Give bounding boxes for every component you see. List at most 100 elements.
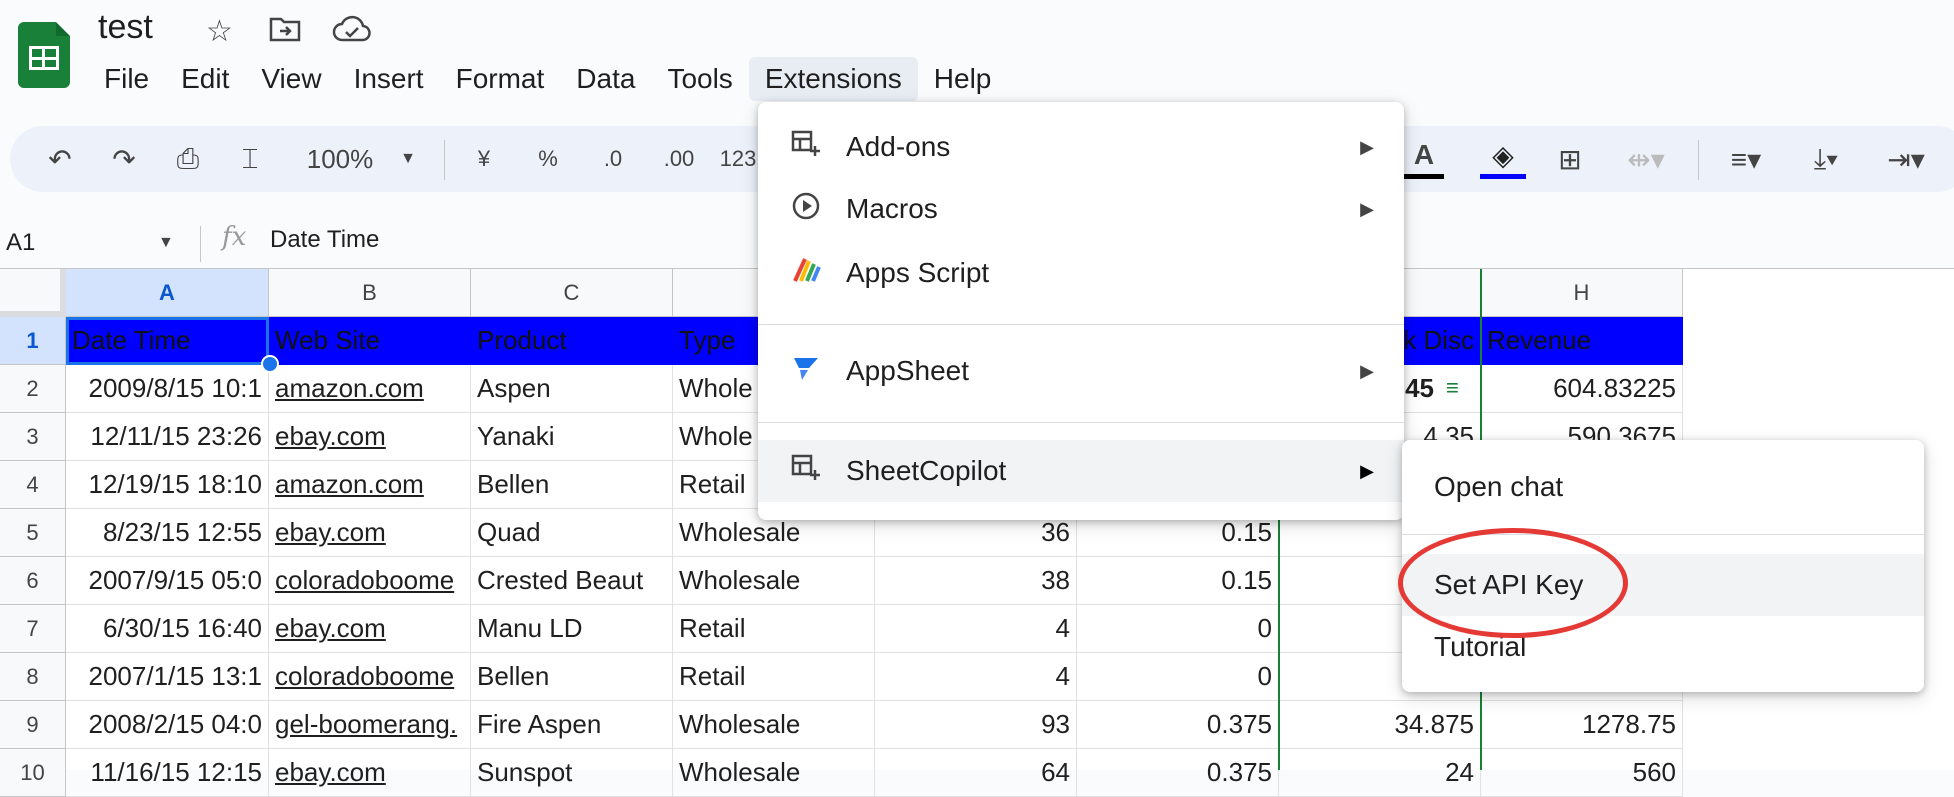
menu-insert[interactable]: Insert xyxy=(338,57,440,101)
sheets-logo-icon[interactable] xyxy=(18,22,70,88)
table-cell[interactable]: 0.375 xyxy=(1077,749,1279,797)
row-header-2[interactable]: 2 xyxy=(0,365,66,413)
submenu-item-open-chat[interactable]: Open chat xyxy=(1402,456,1924,518)
chevron-down-icon[interactable]: ▼ xyxy=(158,234,174,252)
menu-item-sheetcopilot[interactable]: SheetCopilot ▶ xyxy=(758,440,1404,502)
menu-extensions[interactable]: Extensions xyxy=(748,57,918,101)
table-cell[interactable]: 4 xyxy=(875,653,1077,701)
merge-cells-icon[interactable]: ⇹▾ xyxy=(1616,136,1676,182)
vertical-align-icon[interactable]: ⤓▾ xyxy=(1796,136,1856,182)
menu-help[interactable]: Help xyxy=(918,57,1008,101)
table-cell[interactable]: 12/19/15 18:10 xyxy=(66,461,269,509)
redo-icon[interactable]: ↷ xyxy=(104,136,144,182)
table-cell[interactable]: ebay.com xyxy=(269,605,471,653)
table-cell[interactable]: coloradoboome xyxy=(269,653,471,701)
table-cell[interactable]: Sunspot xyxy=(471,749,673,797)
horizontal-align-icon[interactable]: ≡▾ xyxy=(1716,136,1776,182)
table-cell[interactable]: 11/16/15 12:15 xyxy=(66,749,269,797)
row-header-5[interactable]: 5 xyxy=(0,509,66,557)
table-cell[interactable]: ebay.com xyxy=(269,749,471,797)
table-cell[interactable]: Bellen xyxy=(471,653,673,701)
chevron-down-icon[interactable]: ▼ xyxy=(396,136,420,182)
borders-icon[interactable]: ⊞ xyxy=(1550,136,1590,182)
menu-file[interactable]: File xyxy=(88,57,165,101)
table-cell[interactable]: 560 xyxy=(1481,749,1683,797)
menu-data[interactable]: Data xyxy=(560,57,651,101)
percent-format-button[interactable]: % xyxy=(528,136,568,182)
menu-format[interactable]: Format xyxy=(440,57,561,101)
increase-decimal-button[interactable]: .00 xyxy=(654,136,704,182)
filter-icon[interactable]: ≡ xyxy=(1446,375,1459,401)
menu-item-addons[interactable]: Add-ons ▶ xyxy=(758,116,1404,178)
decrease-decimal-button[interactable]: .0 xyxy=(588,136,638,182)
table-cell[interactable]: 93 xyxy=(875,701,1077,749)
fill-color-icon[interactable]: ◈ xyxy=(1480,136,1526,179)
table-cell[interactable]: 2009/8/15 10:1 xyxy=(66,365,269,413)
table-cell[interactable]: Bellen xyxy=(471,461,673,509)
text-wrapping-icon[interactable]: ⇥▾ xyxy=(1876,136,1936,182)
table-cell[interactable]: 0.375 xyxy=(1077,701,1279,749)
currency-format-button[interactable]: ¥ xyxy=(466,136,502,182)
menu-item-appsheet[interactable]: AppSheet ▶ xyxy=(758,340,1404,402)
paint-format-icon[interactable]: ⌶ xyxy=(230,136,270,182)
zoom-select[interactable]: 100% xyxy=(300,136,380,182)
table-cell[interactable]: 604.83225 xyxy=(1481,365,1683,413)
row-header-9[interactable]: 9 xyxy=(0,701,66,749)
table-cell[interactable]: 8/23/15 12:55 xyxy=(66,509,269,557)
row-header-10[interactable]: 10 xyxy=(0,749,66,797)
table-cell[interactable]: 1278.75 xyxy=(1481,701,1683,749)
name-box[interactable]: A1 ▼ xyxy=(0,220,200,266)
table-cell[interactable]: Manu LD xyxy=(471,605,673,653)
menu-edit[interactable]: Edit xyxy=(165,57,245,101)
table-cell[interactable]: ebay.com xyxy=(269,413,471,461)
table-cell[interactable]: 64 xyxy=(875,749,1077,797)
row-header-6[interactable]: 6 xyxy=(0,557,66,605)
header-cell[interactable]: Web Site xyxy=(269,317,471,365)
select-all-corner[interactable] xyxy=(0,269,66,317)
table-cell[interactable]: 6/30/15 16:40 xyxy=(66,605,269,653)
row-header-1[interactable]: 1 xyxy=(0,317,66,365)
fill-handle[interactable] xyxy=(261,355,279,373)
column-header-a[interactable]: A xyxy=(66,269,269,317)
table-cell[interactable]: Retail xyxy=(673,605,875,653)
table-cell[interactable]: Fire Aspen xyxy=(471,701,673,749)
table-cell[interactable]: Quad xyxy=(471,509,673,557)
row-header-8[interactable]: 8 xyxy=(0,653,66,701)
document-title[interactable]: test xyxy=(98,8,153,47)
table-cell[interactable]: Crested Beaut xyxy=(471,557,673,605)
table-cell[interactable]: 12/11/15 23:26 xyxy=(66,413,269,461)
header-cell[interactable]: Product xyxy=(471,317,673,365)
table-cell[interactable]: ebay.com xyxy=(269,509,471,557)
star-icon[interactable]: ☆ xyxy=(206,14,233,49)
more-formats-button[interactable]: 123 xyxy=(718,136,758,182)
header-cell[interactable]: Revenue xyxy=(1481,317,1683,365)
menu-view[interactable]: View xyxy=(245,57,337,101)
table-cell[interactable]: 2007/1/15 13:1 xyxy=(66,653,269,701)
table-cell[interactable]: 38 xyxy=(875,557,1077,605)
table-cell[interactable]: coloradoboome xyxy=(269,557,471,605)
table-cell[interactable]: Retail xyxy=(673,653,875,701)
column-header-h[interactable]: H xyxy=(1481,269,1683,317)
table-cell[interactable]: amazon.com xyxy=(269,461,471,509)
column-header-c[interactable]: C xyxy=(471,269,673,317)
table-cell[interactable]: amazon.com xyxy=(269,365,471,413)
menu-item-apps-script[interactable]: Apps Script xyxy=(758,242,1404,304)
table-cell[interactable]: 24 xyxy=(1279,749,1481,797)
row-header-7[interactable]: 7 xyxy=(0,605,66,653)
row-header-4[interactable]: 4 xyxy=(0,461,66,509)
table-cell[interactable]: Yanaki xyxy=(471,413,673,461)
table-cell[interactable]: Wholesale xyxy=(673,557,875,605)
menu-item-macros[interactable]: Macros ▶ xyxy=(758,178,1404,240)
table-cell[interactable]: gel-boomerang. xyxy=(269,701,471,749)
undo-icon[interactable]: ↶ xyxy=(40,136,80,182)
table-cell[interactable]: 2007/9/15 05:0 xyxy=(66,557,269,605)
table-cell[interactable]: 0 xyxy=(1077,605,1279,653)
table-cell[interactable]: 34.875 xyxy=(1279,701,1481,749)
text-color-icon[interactable]: A xyxy=(1404,136,1444,179)
row-header-3[interactable]: 3 xyxy=(0,413,66,461)
column-header-b[interactable]: B xyxy=(269,269,471,317)
table-cell[interactable]: 0 xyxy=(1077,653,1279,701)
formula-input[interactable]: Date Time xyxy=(270,226,379,254)
table-cell[interactable]: 0.15 xyxy=(1077,557,1279,605)
move-folder-icon[interactable] xyxy=(268,14,302,52)
